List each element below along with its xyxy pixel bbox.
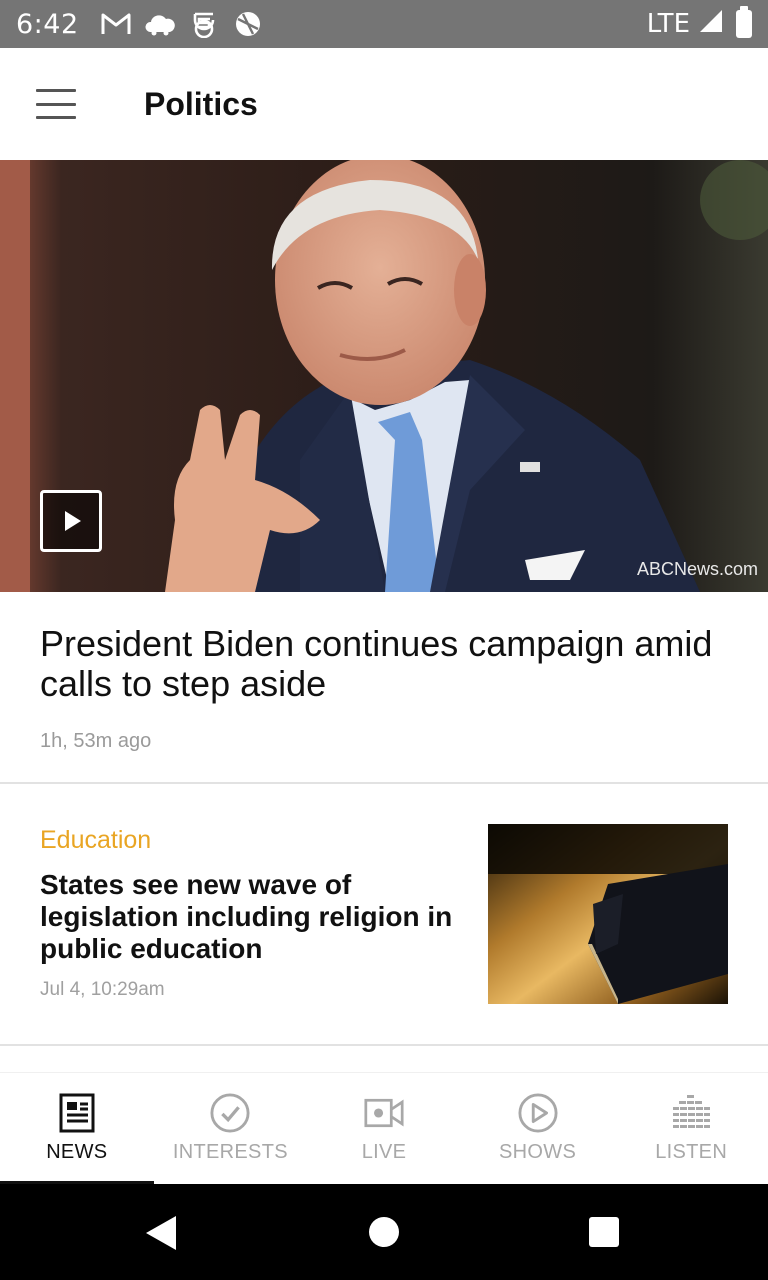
cloud-icon (145, 9, 175, 39)
nav-news-label: NEWS (46, 1141, 108, 1163)
nav-shows[interactable]: SHOWS (461, 1073, 615, 1184)
bottom-nav: NEWS INTERESTS LIVE SHOWS LISTEN (0, 1072, 768, 1184)
nav-news[interactable]: NEWS (0, 1073, 154, 1184)
status-right: LTE (646, 6, 752, 41)
video-camera-icon (364, 1093, 404, 1133)
story-text: Education States see new wave of legisla… (40, 826, 460, 1001)
recent-apps-icon[interactable] (589, 1217, 619, 1247)
equalizer-icon (671, 1093, 711, 1133)
hero-photo (0, 160, 768, 592)
lead-story-time: 1h, 53m ago (40, 730, 152, 752)
back-icon[interactable] (146, 1216, 176, 1250)
app-bar: Politics (0, 48, 768, 160)
nav-interests-label: INTERESTS (172, 1141, 288, 1163)
home-icon[interactable] (369, 1217, 399, 1247)
nav-shows-label: SHOWS (499, 1141, 577, 1163)
nav-interests[interactable]: INTERESTS (154, 1073, 308, 1184)
newspaper-icon (57, 1093, 97, 1133)
nav-live[interactable]: LIVE (307, 1073, 461, 1184)
story-time: Jul 4, 10:29am (40, 979, 165, 1000)
play-icon (65, 511, 81, 531)
status-time: 6:42 (16, 8, 79, 40)
story-card[interactable]: Education States see new wave of legisla… (0, 784, 768, 1046)
nav-live-label: LIVE (361, 1141, 407, 1163)
network-label: LTE (646, 9, 690, 39)
play-circle-icon (518, 1093, 558, 1133)
story-category[interactable]: Education (40, 826, 460, 855)
lead-story[interactable]: President Biden continues campaign amid … (0, 592, 768, 784)
nav-listen-label: LISTEN (655, 1141, 728, 1163)
photo-credit: ABCNews.com (636, 559, 758, 579)
nav-listen[interactable]: LISTEN (614, 1073, 768, 1184)
play-video-button[interactable] (40, 490, 102, 552)
story-thumbnail[interactable] (488, 824, 728, 1004)
signal-icon (698, 8, 724, 41)
bible-image (488, 824, 728, 1004)
battery-icon (736, 6, 752, 38)
hamburger-menu-icon[interactable] (36, 89, 76, 119)
status-bar: 6:42 LTE (0, 0, 768, 48)
lead-story-title: President Biden continues campaign amid … (40, 623, 713, 704)
sports-ball-icon (233, 9, 263, 39)
page-title: Politics (144, 85, 258, 122)
gmail-icon (101, 9, 131, 39)
checkmark-circle-icon (210, 1093, 250, 1133)
hero-image[interactable]: ABCNews.com (0, 160, 768, 592)
notification-icons (101, 9, 263, 39)
system-nav-bar (0, 1184, 768, 1280)
story-title: States see new wave of legislation inclu… (40, 869, 453, 964)
s-app-icon (189, 9, 219, 39)
